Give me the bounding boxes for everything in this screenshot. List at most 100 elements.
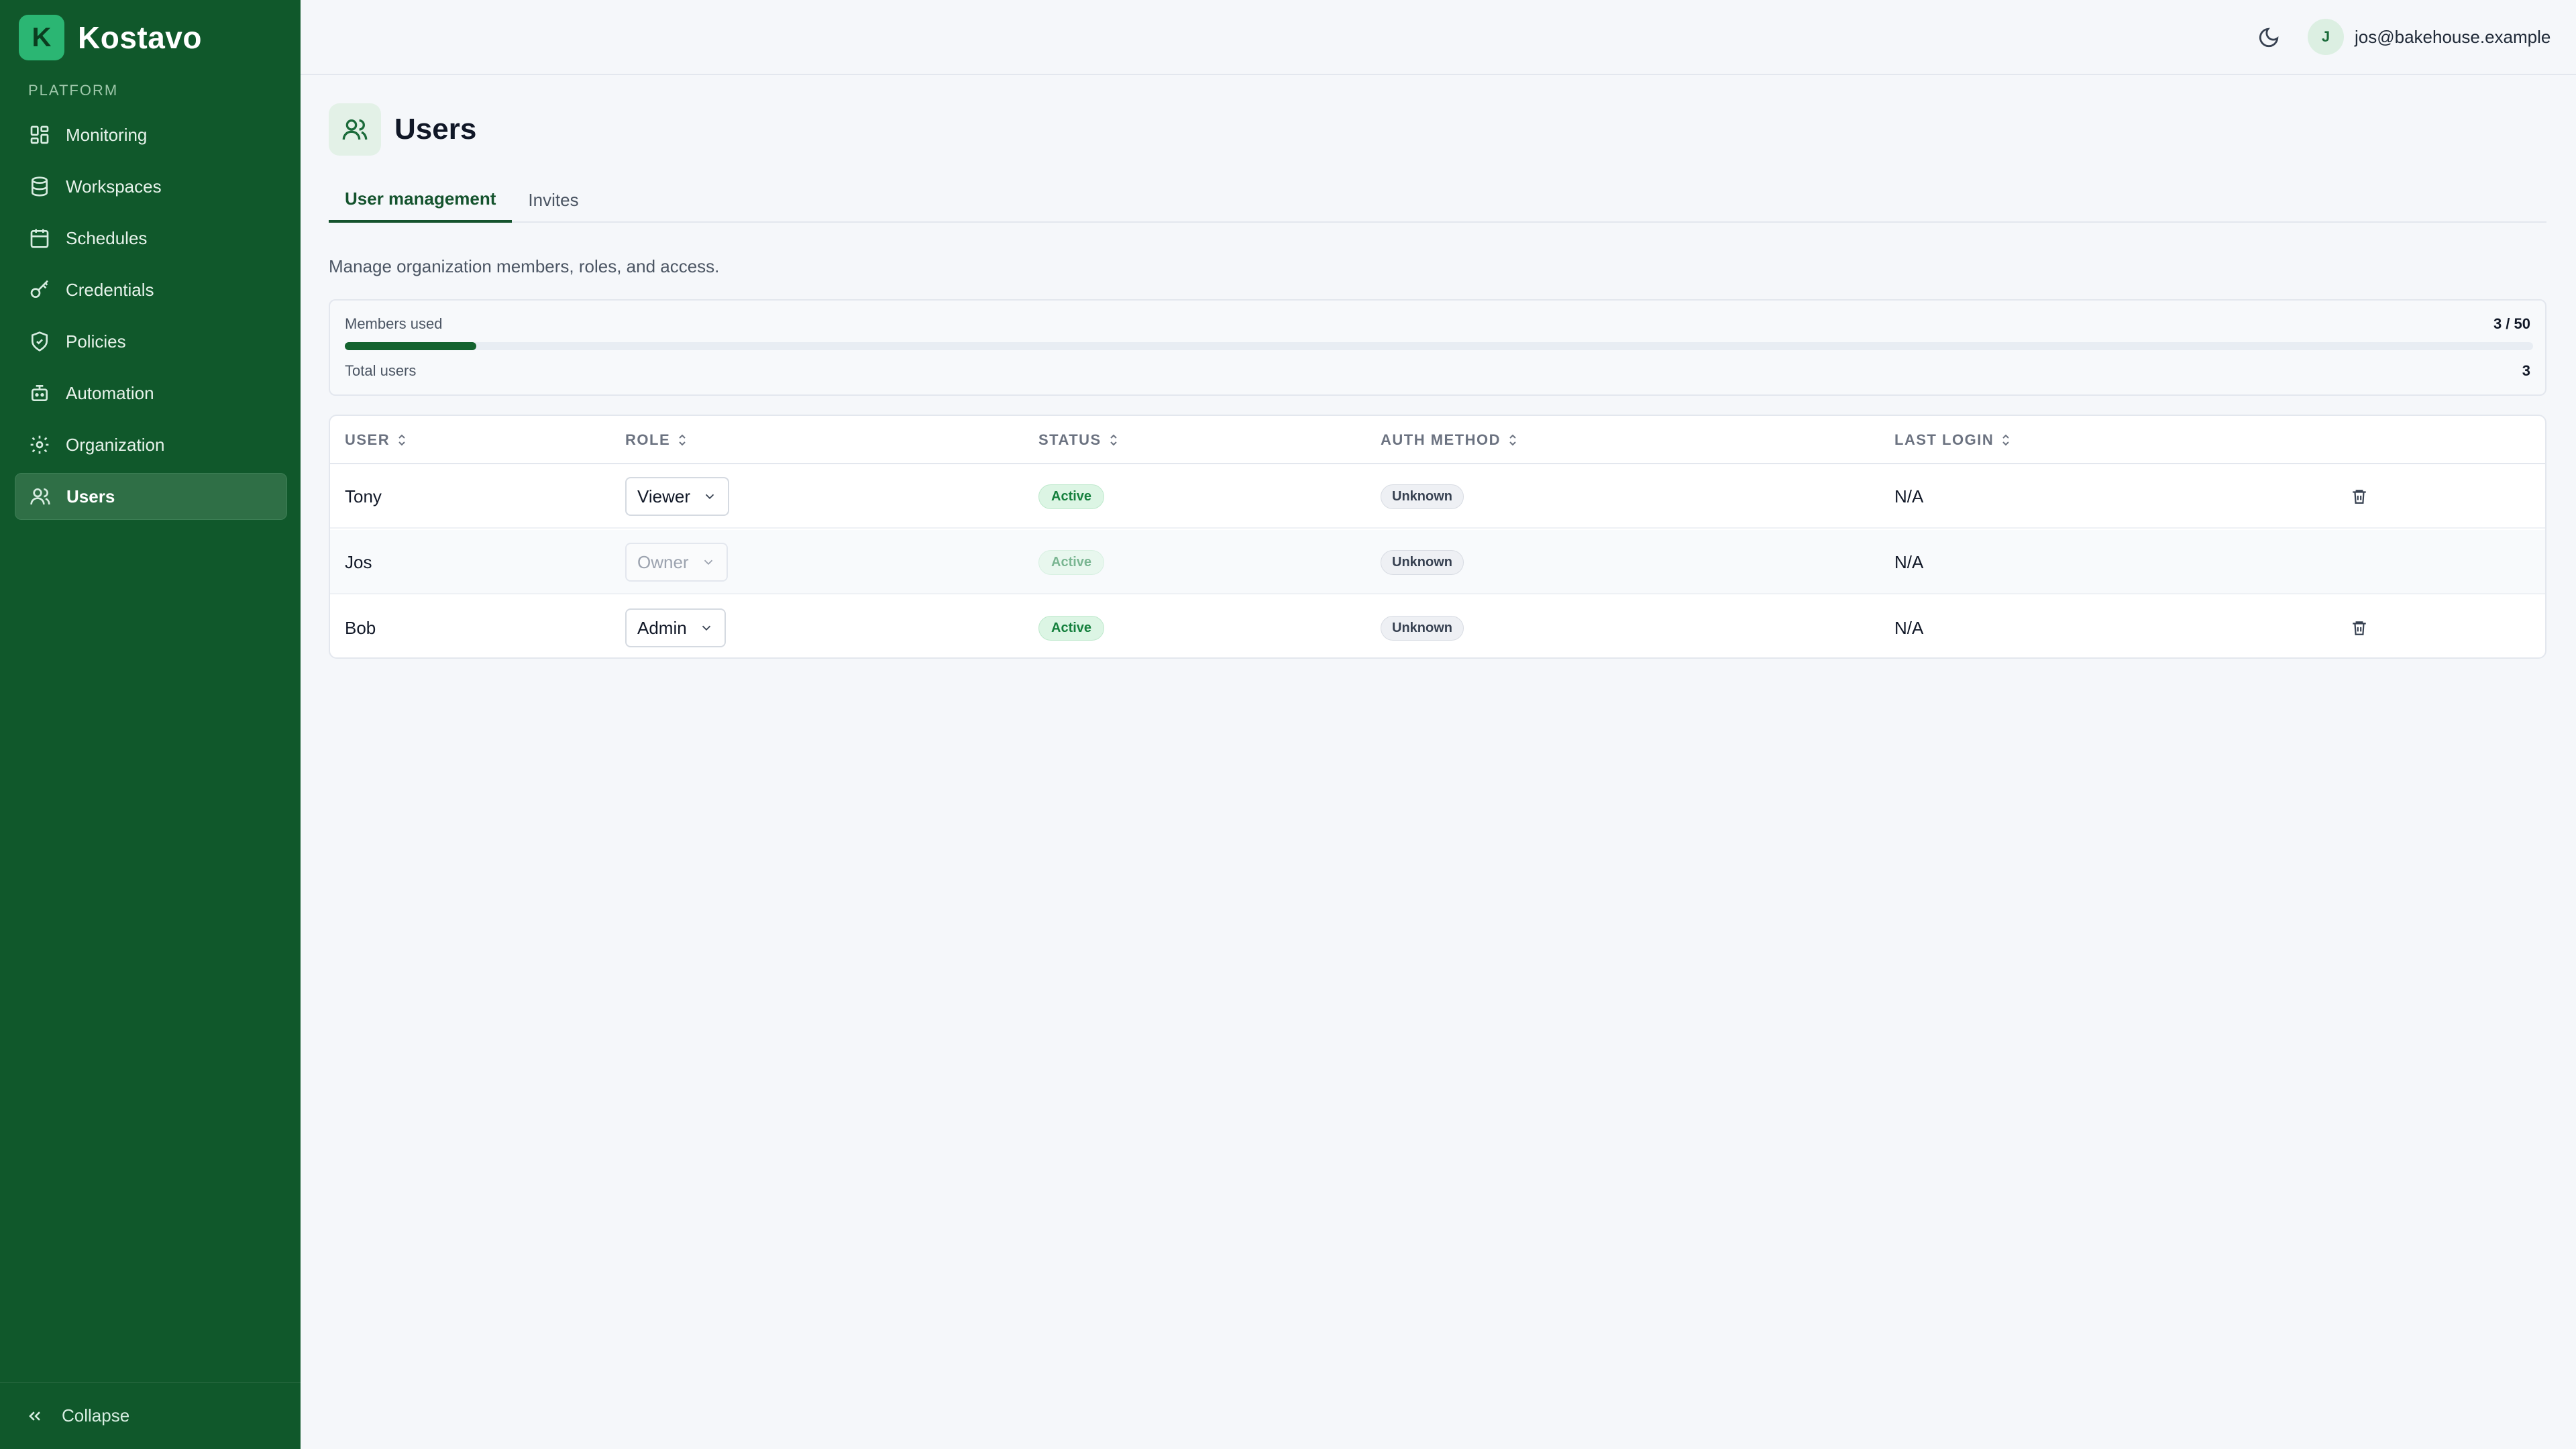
page-header: Users <box>329 103 476 156</box>
sidebar-item-automation[interactable]: Automation <box>15 370 287 417</box>
sidebar-item-workspaces[interactable]: Workspaces <box>15 163 287 210</box>
status-badge: Active <box>1038 549 1105 575</box>
theme-toggle-button[interactable] <box>2251 20 2286 55</box>
auth-cell: Unknown <box>1381 530 1464 594</box>
table-row: Bob Admin Active Unknown N/A <box>330 596 2545 657</box>
trash-icon <box>2353 490 2366 504</box>
user-menu[interactable]: J jos@bakehouse.example <box>2308 19 2551 55</box>
auth-method-badge: Unknown <box>1381 484 1464 509</box>
column-header-last-login[interactable]: LAST LOGIN <box>1894 416 2011 464</box>
sidebar-item-label: Automation <box>66 382 154 403</box>
table-row: Tony Viewer Active Unknown N/A <box>330 464 2545 529</box>
auth-cell: Unknown <box>1381 464 1464 529</box>
sidebar-item-monitoring[interactable]: Monitoring <box>15 111 287 158</box>
sidebar-item-label: Users <box>66 486 115 506</box>
delete-user-button[interactable] <box>2351 464 2368 529</box>
user-name: Jos <box>345 551 372 572</box>
users-icon <box>329 103 381 156</box>
user-email: jos@bakehouse.example <box>2355 26 2551 47</box>
sidebar-item-label: Credentials <box>66 279 154 300</box>
users-icon <box>29 485 52 508</box>
sidebar-item-policies[interactable]: Policies <box>15 318 287 365</box>
table-row: Jos Owner Active Unknown N/A <box>330 530 2545 594</box>
role-cell: Viewer <box>625 464 730 529</box>
sort-icon <box>1507 433 1518 447</box>
sidebar-item-label: Schedules <box>66 227 148 248</box>
tab-invites[interactable]: Invites <box>512 177 594 223</box>
delete-user-button[interactable] <box>2351 596 2368 657</box>
chevrons-left-icon <box>29 1411 40 1421</box>
database-icon <box>28 175 51 198</box>
page-title: Users <box>394 113 477 146</box>
key-icon <box>28 278 51 301</box>
sidebar-item-schedules[interactable]: Schedules <box>15 215 287 262</box>
members-used-value: 3 / 50 <box>2493 315 2530 332</box>
chevron-down-icon <box>702 625 710 631</box>
role-select-value: Viewer <box>637 486 691 506</box>
members-usage-card: Members used 3 / 50 Total users 3 <box>329 299 2546 396</box>
calendar-icon <box>28 227 51 250</box>
tab-user-management[interactable]: User management <box>329 177 513 223</box>
brand-logo: K <box>19 15 64 60</box>
column-header-role[interactable]: ROLE <box>625 416 688 464</box>
role-select[interactable]: Viewer <box>625 477 730 516</box>
role-cell: Owner <box>625 530 728 594</box>
sort-icon <box>1108 433 1119 447</box>
role-select: Owner <box>625 543 728 582</box>
table-header: USER ROLE STATUS AUTH METHOD LAST LOGIN <box>330 416 2545 464</box>
sidebar-nav: Monitoring Workspaces Schedules Credenti… <box>15 111 287 525</box>
shield-icon <box>28 330 51 353</box>
last-login: N/A <box>1894 617 1924 638</box>
chevron-down-icon <box>704 559 712 566</box>
status-cell: Active <box>1038 596 1105 657</box>
sidebar-item-organization[interactable]: Organization <box>15 421 287 468</box>
column-header-auth-method[interactable]: AUTH METHOD <box>1381 416 1518 464</box>
user-name: Tony <box>345 486 382 506</box>
moon-icon <box>2259 28 2279 48</box>
members-used-label: Members used <box>345 315 443 332</box>
brand[interactable]: K Kostavo <box>19 15 202 60</box>
members-progress-fill <box>345 342 476 350</box>
tabs: User management Invites <box>329 177 2546 223</box>
topbar: J jos@bakehouse.example <box>301 0 2576 75</box>
status-cell: Active <box>1038 530 1105 594</box>
sort-icon <box>677 433 688 447</box>
sidebar-item-label: Policies <box>66 331 126 352</box>
sidebar-item-users[interactable]: Users <box>15 473 287 520</box>
users-table: USER ROLE STATUS AUTH METHOD LAST LOGIN … <box>329 415 2546 659</box>
avatar: J <box>2308 19 2344 55</box>
sidebar-item-label: Monitoring <box>66 124 148 145</box>
role-cell: Admin <box>625 596 726 657</box>
bot-icon <box>28 382 51 405</box>
gear-icon <box>28 433 51 456</box>
status-badge: Active <box>1038 615 1105 641</box>
sidebar-item-label: Workspaces <box>66 176 162 197</box>
sidebar-item-label: Organization <box>66 434 165 455</box>
role-select-value: Owner <box>637 551 689 572</box>
total-users-label: Total users <box>345 362 417 379</box>
role-select[interactable]: Admin <box>625 608 726 647</box>
auth-method-badge: Unknown <box>1381 549 1464 575</box>
page-description: Manage organization members, roles, and … <box>329 256 720 276</box>
status-badge: Active <box>1038 484 1105 509</box>
sort-icon <box>2000 433 2011 447</box>
status-cell: Active <box>1038 464 1105 529</box>
collapse-label: Collapse <box>62 1405 130 1426</box>
last-login: N/A <box>1894 486 1924 506</box>
chevron-down-icon <box>705 494 714 500</box>
members-progress-bar <box>345 342 2533 350</box>
sidebar-item-credentials[interactable]: Credentials <box>15 266 287 313</box>
grid-icon <box>28 123 51 146</box>
last-login: N/A <box>1894 551 1924 572</box>
user-name: Bob <box>345 617 376 638</box>
column-header-status[interactable]: STATUS <box>1038 416 1119 464</box>
role-select-value: Admin <box>637 617 687 638</box>
auth-cell: Unknown <box>1381 596 1464 657</box>
sort-icon <box>396 433 407 447</box>
auth-method-badge: Unknown <box>1381 615 1464 641</box>
trash-icon <box>2353 621 2366 635</box>
collapse-button[interactable]: Collapse <box>0 1382 301 1449</box>
nav-section-label: PLATFORM <box>28 82 119 99</box>
total-users-value: 3 <box>2522 362 2530 379</box>
column-header-user[interactable]: USER <box>345 416 407 464</box>
